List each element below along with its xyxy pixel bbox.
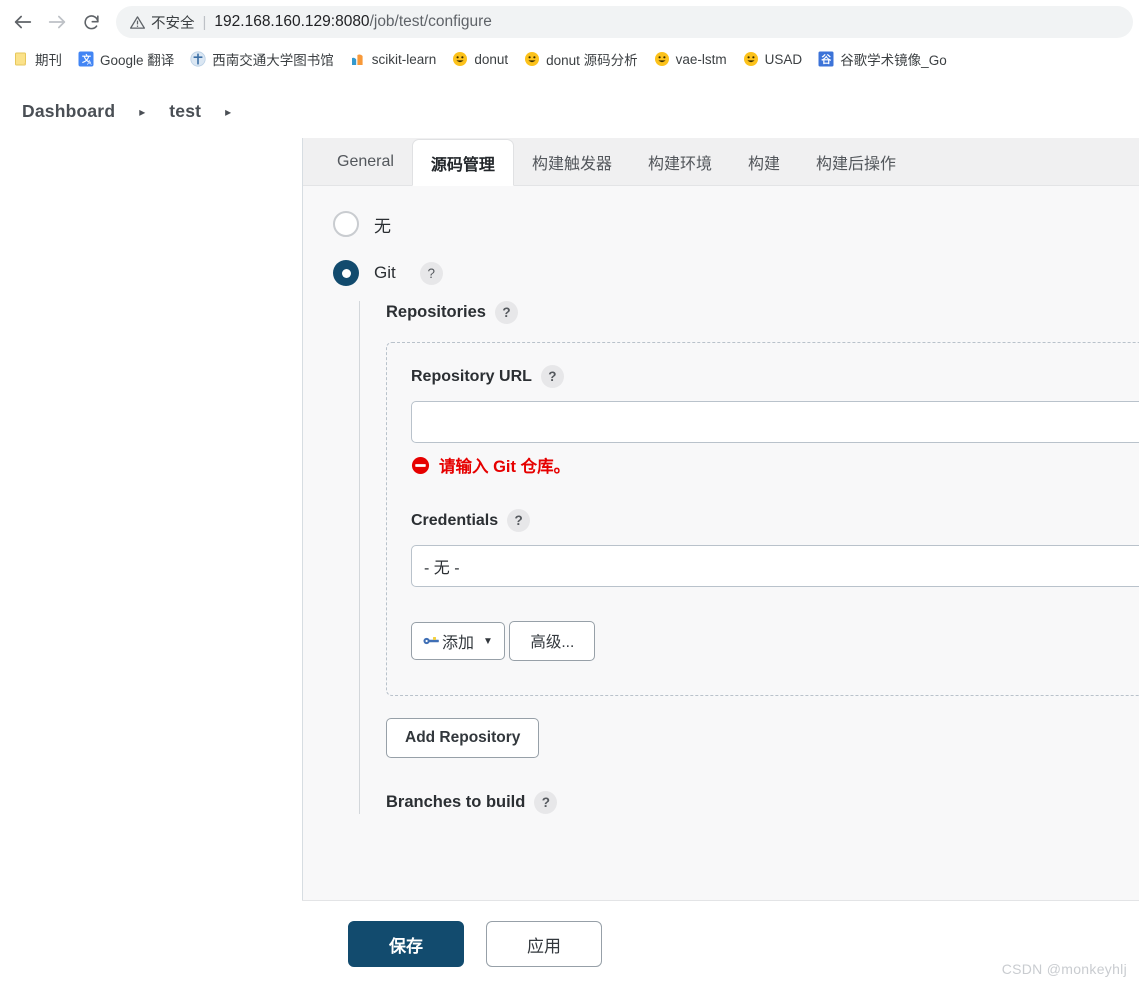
browser-chrome: 不安全 | 192.168.160.129:8080/job/test/conf…: [0, 0, 1139, 85]
repository-url-label-text: Repository URL: [411, 367, 532, 385]
arrow-right-icon: [46, 11, 68, 33]
bookmark-label: 谷歌学术镜像_Go: [840, 53, 947, 68]
repository-url-error-text: 请输入 Git 仓库。: [439, 458, 571, 476]
tab-build-environment[interactable]: 构建环境: [630, 139, 730, 185]
security-label: 不安全: [151, 15, 195, 32]
credentials-select[interactable]: - 无 -: [411, 545, 1139, 587]
bookmark-item[interactable]: 谷 谷歌学术镜像_Go: [811, 46, 954, 72]
branches-to-build-label: Branches to build ?: [386, 791, 1139, 814]
credentials-label-text: Credentials: [411, 511, 499, 529]
warning-triangle-icon: [130, 15, 145, 30]
bookmark-item[interactable]: 期刊: [6, 46, 69, 72]
bookmark-label: USAD: [764, 51, 803, 67]
repository-url-label: Repository URL ?: [411, 365, 1139, 388]
credentials-label: Credentials ?: [411, 509, 1139, 532]
folder-note-icon: [13, 51, 29, 67]
save-button[interactable]: 保存: [348, 921, 464, 967]
scikit-learn-icon: [350, 51, 366, 67]
help-icon-credentials[interactable]: ?: [507, 509, 531, 532]
bookmark-item[interactable]: donut: [445, 48, 515, 70]
radio-git-label: Git: [374, 263, 396, 282]
bookmark-item[interactable]: vae-lstm: [647, 48, 734, 70]
smiley-icon: [452, 51, 468, 67]
repository-entry: Repository URL ? 请输入 Git 仓库。 Credentials…: [386, 342, 1139, 696]
help-icon-repositories[interactable]: ?: [494, 301, 518, 324]
breadcrumb: Dashboard ▸ test ▸: [0, 85, 1139, 138]
bookmark-label: Google 翻译: [100, 53, 175, 68]
add-credentials-label: 添加: [442, 635, 475, 652]
no-entry-icon: [411, 456, 430, 475]
bookmark-label: donut 源码分析: [546, 53, 638, 68]
bookmark-item[interactable]: 文A Google 翻译: [71, 46, 181, 72]
university-crest-icon: [190, 51, 206, 67]
tab-build[interactable]: 构建: [730, 139, 798, 185]
help-icon-git[interactable]: ?: [419, 261, 443, 285]
radio-git[interactable]: [333, 260, 359, 286]
help-icon-branches-to-build[interactable]: ?: [534, 791, 558, 814]
address-bar[interactable]: 不安全 | 192.168.160.129:8080/job/test/conf…: [116, 6, 1133, 38]
git-settings-block: Repositories ? Repository URL ? 请输入 Git …: [359, 301, 1139, 814]
config-panel: General 源码管理 构建触发器 构建环境 构建 构建后操作 无 Git ?: [302, 138, 1139, 987]
url-host: 192.168.160.129:8080: [214, 13, 370, 30]
browser-nav-row: 不安全 | 192.168.160.129:8080/job/test/conf…: [0, 0, 1139, 44]
breadcrumb-item-dashboard[interactable]: Dashboard: [12, 101, 125, 122]
sidebar-area: [0, 138, 301, 987]
page-body: General 源码管理 构建触发器 构建环境 构建 构建后操作 无 Git ?: [0, 138, 1139, 987]
tab-general[interactable]: General: [319, 139, 412, 185]
bookmark-label: 期刊: [35, 53, 62, 68]
smiley-icon: [654, 51, 670, 67]
radio-none[interactable]: [333, 211, 359, 237]
breadcrumb-item-test[interactable]: test: [159, 101, 211, 122]
breadcrumb-separator: ▸: [139, 104, 146, 119]
add-credentials-button[interactable]: 添加 ▼: [411, 622, 505, 660]
reload-icon: [82, 13, 101, 32]
reload-button[interactable]: [74, 5, 108, 39]
svg-text:谷: 谷: [821, 53, 832, 66]
breadcrumb-separator-trailing[interactable]: ▸: [211, 106, 245, 118]
tab-build-triggers[interactable]: 构建触发器: [514, 139, 630, 185]
bookmarks-bar: 期刊 文A Google 翻译 西南交通大学图书馆 scikit-learn d…: [0, 44, 1139, 74]
back-button[interactable]: [6, 5, 40, 39]
tab-source-code-management[interactable]: 源码管理: [411, 139, 514, 186]
key-icon: [423, 635, 440, 647]
branches-to-build-label-text: Branches to build: [386, 793, 526, 811]
bookmark-item[interactable]: donut 源码分析: [517, 46, 645, 72]
bookmark-label: donut: [474, 51, 509, 67]
repository-url-error: 请输入 Git 仓库。: [411, 453, 1139, 477]
watermark: CSDN @monkeyhlj: [1001, 961, 1127, 977]
tab-post-build-actions[interactable]: 构建后操作: [798, 139, 914, 185]
config-tab-bar: General 源码管理 构建触发器 构建环境 构建 构建后操作: [303, 138, 1139, 186]
forward-button[interactable]: [40, 5, 74, 39]
svg-text:A: A: [87, 60, 92, 67]
bookmark-item[interactable]: 西南交通大学图书馆: [183, 46, 341, 72]
scm-option-git[interactable]: Git ?: [333, 253, 1139, 293]
scm-option-none[interactable]: 无: [333, 204, 1139, 244]
scm-form: 无 Git ? Repositories ? Repository URL ?: [303, 186, 1139, 814]
smiley-icon: [743, 51, 759, 67]
google-translate-icon: 文A: [78, 51, 94, 67]
address-bar-url: 192.168.160.129:8080/job/test/configure: [214, 13, 492, 31]
bookmark-item[interactable]: USAD: [736, 48, 810, 70]
add-repository-button[interactable]: Add Repository: [386, 718, 540, 758]
url-path: /job/test/configure: [369, 13, 492, 30]
form-action-bar: 保存 应用 CSDN @monkeyhlj: [302, 900, 1139, 987]
bookmark-label: scikit-learn: [371, 51, 437, 67]
chevron-down-icon: ▼: [483, 635, 493, 647]
smiley-icon: [524, 51, 540, 67]
apply-button[interactable]: 应用: [486, 921, 602, 967]
repository-url-input[interactable]: [411, 401, 1139, 443]
bookmark-label: 西南交通大学图书馆: [212, 53, 334, 68]
scholar-mirror-icon: 谷: [818, 51, 834, 67]
repositories-label-text: Repositories: [386, 303, 486, 321]
repositories-label: Repositories ?: [386, 301, 1139, 324]
omnibox-separator: |: [202, 13, 207, 31]
radio-none-label: 无: [374, 216, 391, 236]
help-icon-repository-url[interactable]: ?: [540, 365, 564, 388]
bookmark-label: vae-lstm: [675, 51, 727, 67]
advanced-button[interactable]: 高级...: [509, 621, 596, 661]
arrow-left-icon: [12, 11, 34, 33]
bookmark-item[interactable]: scikit-learn: [343, 48, 444, 70]
